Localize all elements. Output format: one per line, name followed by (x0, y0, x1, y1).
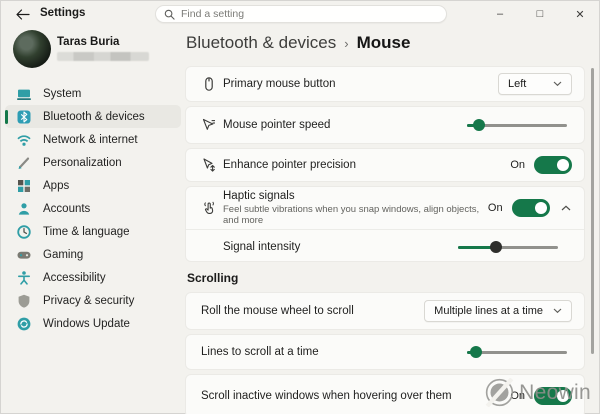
neowin-logo-icon (485, 378, 514, 407)
row-label: Lines to scroll at a time (201, 346, 319, 358)
sidebar-item-label: Gaming (43, 249, 83, 261)
neowin-watermark: Neowin (485, 378, 591, 407)
wheel-scroll-row: Roll the mouse wheel to scroll Multiple … (185, 292, 585, 330)
enhance-pointer-precision-row: Enhance pointer precision On (185, 148, 585, 182)
row-label: Mouse pointer speed (223, 119, 330, 131)
avatar[interactable] (13, 30, 51, 68)
sidebar-item-accessibility[interactable]: Accessibility (5, 266, 181, 289)
breadcrumb-separator: › (344, 36, 348, 51)
sidebar-item-label: Accounts (43, 203, 90, 215)
pointer-speed-slider[interactable] (467, 118, 567, 132)
personalization-icon (16, 155, 32, 171)
sidebar-item-personalization[interactable]: Personalization (5, 151, 181, 174)
vertical-scrollbar[interactable] (591, 68, 594, 354)
sidebar-item-label: Bluetooth & devices (43, 111, 145, 123)
slider-thumb[interactable] (470, 346, 482, 358)
titlebar: Settings – □ ✕ (0, 0, 600, 28)
enhance-precision-toggle[interactable] (534, 156, 572, 174)
scrolling-section-header: Scrolling (187, 271, 238, 285)
back-button[interactable] (14, 6, 32, 22)
dropdown-value: Multiple lines at a time (434, 305, 543, 317)
haptic-signals-row: Haptic signals Feel subtle vibrations wh… (186, 187, 584, 229)
profile-name: Taras Buria (57, 36, 119, 48)
lines-scroll-row: Lines to scroll at a time (185, 334, 585, 370)
privacy-icon (16, 293, 32, 309)
haptic-icon (201, 200, 217, 216)
window-controls: – □ ✕ (480, 0, 600, 28)
signal-intensity-row: Signal intensity (186, 230, 584, 263)
minimize-button[interactable]: – (480, 0, 520, 28)
row-label: Primary mouse button (223, 78, 336, 90)
close-button[interactable]: ✕ (560, 0, 600, 28)
search-box[interactable] (155, 5, 447, 23)
slider-thumb[interactable] (473, 119, 485, 131)
page-title: Mouse (357, 33, 411, 53)
row-label: Enhance pointer precision (223, 159, 356, 171)
wheel-scroll-dropdown[interactable]: Multiple lines at a time (424, 300, 572, 322)
bluetooth-icon (16, 109, 32, 125)
mouse-pointer-speed-row: Mouse pointer speed (185, 106, 585, 144)
toggle-knob (557, 159, 569, 171)
haptic-signals-card: Haptic signals Feel subtle vibrations wh… (185, 186, 585, 262)
watermark-text: Neowin (519, 381, 591, 405)
app-title: Settings (40, 7, 85, 19)
sidebar-item-system[interactable]: System (5, 82, 181, 105)
system-icon (16, 86, 32, 102)
sidebar-item-network-internet[interactable]: Network & internet (5, 128, 181, 151)
sidebar-item-label: Windows Update (43, 318, 130, 330)
maximize-button[interactable]: □ (520, 0, 560, 28)
dropdown-value: Left (508, 78, 526, 90)
pointer-speed-icon (201, 117, 217, 133)
sidebar-item-label: Privacy & security (43, 295, 134, 307)
chevron-up-icon (561, 205, 571, 211)
search-input[interactable] (181, 8, 411, 20)
windows-update-icon (16, 316, 32, 332)
chevron-down-icon (553, 81, 562, 87)
sidebar-item-bluetooth-devices[interactable]: Bluetooth & devices (5, 105, 181, 128)
row-label: Haptic signals (223, 190, 488, 202)
mouse-icon (201, 76, 217, 92)
search-icon (164, 9, 175, 20)
sidebar-item-label: Network & internet (43, 134, 138, 146)
sidebar-item-time-language[interactable]: Time & language (5, 220, 181, 243)
sidebar-item-accounts[interactable]: Accounts (5, 197, 181, 220)
sidebar-item-label: System (43, 88, 81, 100)
row-label: Signal intensity (223, 241, 300, 253)
accessibility-icon (16, 270, 32, 286)
primary-mouse-button-row: Primary mouse button Left (185, 66, 585, 102)
sidebar-item-apps[interactable]: Apps (5, 174, 181, 197)
row-label: Scroll inactive windows when hovering ov… (201, 390, 452, 402)
sidebar-item-gaming[interactable]: Gaming (5, 243, 181, 266)
chevron-down-icon (553, 308, 562, 314)
primary-button-dropdown[interactable]: Left (498, 73, 572, 95)
back-icon (16, 9, 30, 20)
accounts-icon (16, 201, 32, 217)
apps-icon (16, 178, 32, 194)
sidebar-item-windows-update[interactable]: Windows Update (5, 312, 181, 335)
slider-track (467, 351, 567, 354)
row-label: Roll the mouse wheel to scroll (201, 305, 354, 317)
gaming-icon (16, 247, 32, 263)
time-language-icon (16, 224, 32, 240)
network-icon (16, 132, 32, 148)
lines-scroll-slider[interactable] (467, 345, 567, 359)
sidebar-item-label: Time & language (43, 226, 130, 238)
toggle-state-label: On (488, 202, 503, 214)
toggle-state-label: On (510, 159, 525, 171)
sidebar-item-label: Personalization (43, 157, 122, 169)
sidebar-item-label: Accessibility (43, 272, 106, 284)
slider-thumb[interactable] (490, 241, 502, 253)
haptic-collapse-button[interactable] (560, 201, 572, 215)
sidebar-item-label: Apps (43, 180, 69, 192)
breadcrumb-parent[interactable]: Bluetooth & devices (186, 33, 336, 53)
pointer-precision-icon (201, 157, 217, 173)
sidebar: System Bluetooth & devices Network & int… (5, 82, 181, 335)
haptic-signals-toggle[interactable] (512, 199, 550, 217)
sidebar-item-privacy-security[interactable]: Privacy & security (5, 289, 181, 312)
signal-intensity-slider[interactable] (458, 240, 558, 254)
breadcrumb: Bluetooth & devices › Mouse (186, 33, 410, 53)
toggle-knob (535, 202, 547, 214)
redacted-email (57, 52, 149, 61)
row-description: Feel subtle vibrations when you snap win… (223, 204, 488, 226)
